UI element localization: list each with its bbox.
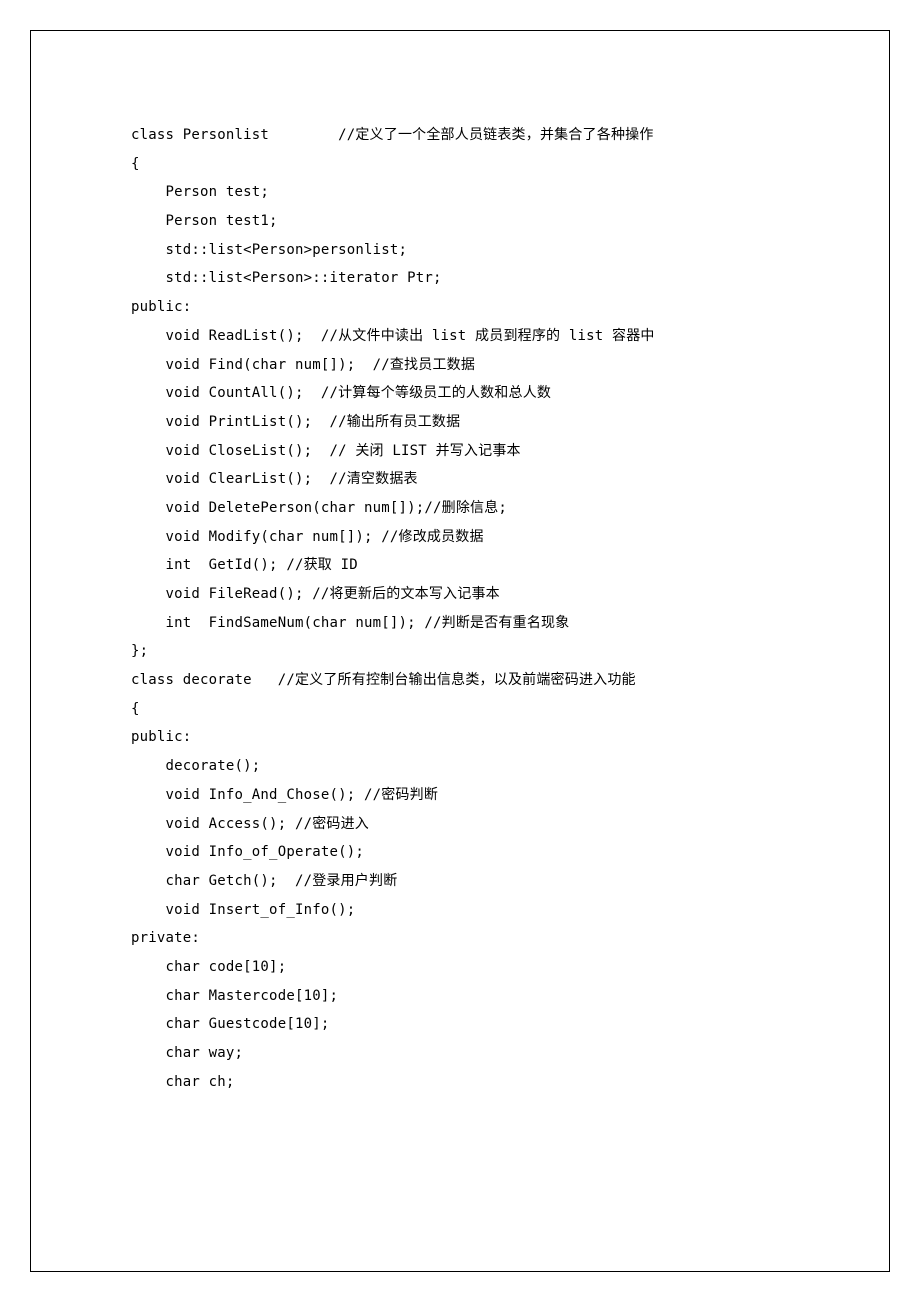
code-block: class Personlist //定义了一个全部人员链表类，并集合了各种操作… <box>131 121 789 1096</box>
page-frame: class Personlist //定义了一个全部人员链表类，并集合了各种操作… <box>30 30 890 1272</box>
document-page: class Personlist //定义了一个全部人员链表类，并集合了各种操作… <box>0 0 920 1302</box>
